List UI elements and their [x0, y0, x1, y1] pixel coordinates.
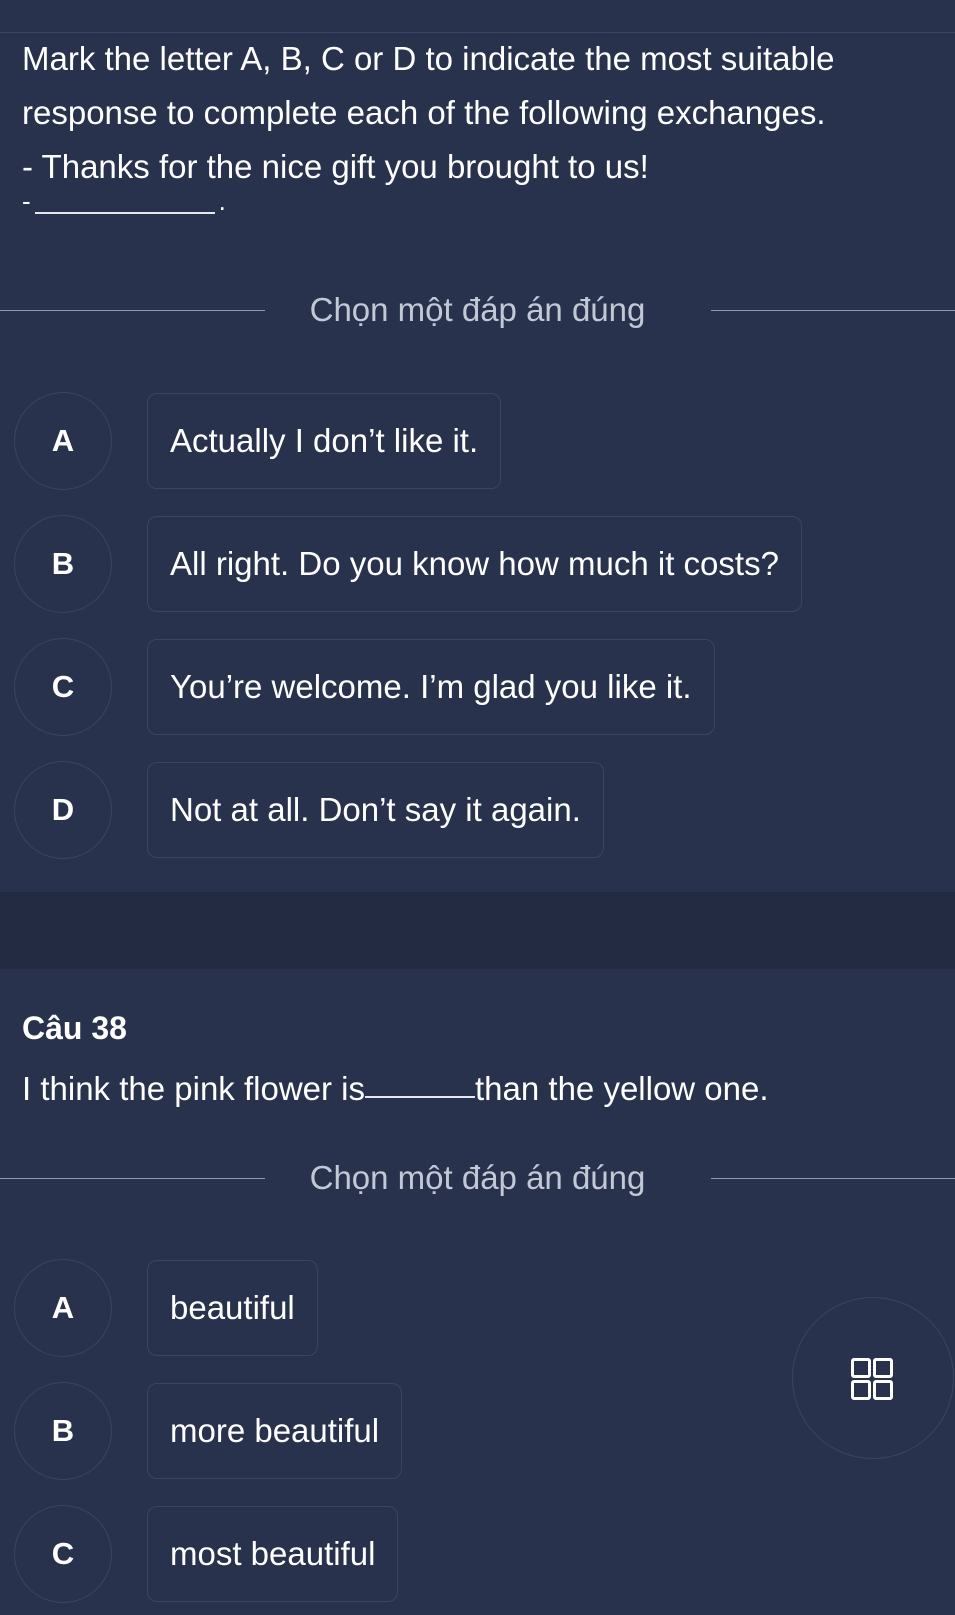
option-letter[interactable]: B	[14, 1382, 112, 1480]
option-c[interactable]: C most beautiful	[0, 1505, 955, 1605]
question-number: Câu 38	[22, 1010, 127, 1046]
blank-suffix: .	[218, 186, 226, 216]
option-letter[interactable]: A	[14, 1259, 112, 1357]
option-d[interactable]: D Not at all. Don’t say it again.	[0, 761, 955, 861]
question-prompt-line-1: Mark the letter A, B, C or D to indicate…	[22, 40, 835, 77]
option-letter[interactable]: D	[14, 761, 112, 859]
question-prompt-line-2: response to complete each of the followi…	[22, 94, 826, 131]
option-text-box[interactable]: more beautiful	[147, 1383, 403, 1479]
prompt-before: I think the pink flower is	[22, 1070, 365, 1107]
answer-blank	[365, 1062, 475, 1098]
option-a[interactable]: A Actually I don’t like it.	[0, 392, 955, 492]
option-text-box[interactable]: You’re welcome. I’m glad you like it.	[147, 639, 715, 735]
option-letter[interactable]: A	[14, 392, 112, 490]
option-text-box[interactable]: beautiful	[147, 1260, 318, 1356]
answer-blank-line: -.	[22, 186, 226, 217]
option-letter[interactable]: B	[14, 515, 112, 613]
option-text-box[interactable]: All right. Do you know how much it costs…	[147, 516, 802, 612]
option-text-box[interactable]: most beautiful	[147, 1506, 399, 1602]
instruction-divider: Chọn một đáp án đúng	[0, 1158, 955, 1198]
option-text-box[interactable]: Actually I don’t like it.	[147, 393, 502, 489]
grid-icon	[851, 1358, 893, 1400]
instruction-divider: Chọn một đáp án đúng	[0, 290, 955, 330]
option-letter[interactable]: C	[14, 638, 112, 736]
answer-blank	[34, 192, 215, 215]
divider-line-right	[711, 1178, 955, 1179]
question-prompt: I think the pink flower is than the yello…	[22, 1062, 769, 1116]
divider-line-right	[711, 310, 955, 311]
question-grid-button[interactable]	[792, 1297, 954, 1459]
question-separator	[0, 892, 955, 969]
option-letter[interactable]: C	[14, 1505, 112, 1603]
option-b[interactable]: B All right. Do you know how much it cos…	[0, 515, 955, 615]
prompt-after: than the yellow one.	[475, 1070, 769, 1107]
option-text-box[interactable]: Not at all. Don’t say it again.	[147, 762, 604, 858]
blank-prefix: -	[22, 186, 31, 216]
option-c[interactable]: C You’re welcome. I’m glad you like it.	[0, 638, 955, 738]
